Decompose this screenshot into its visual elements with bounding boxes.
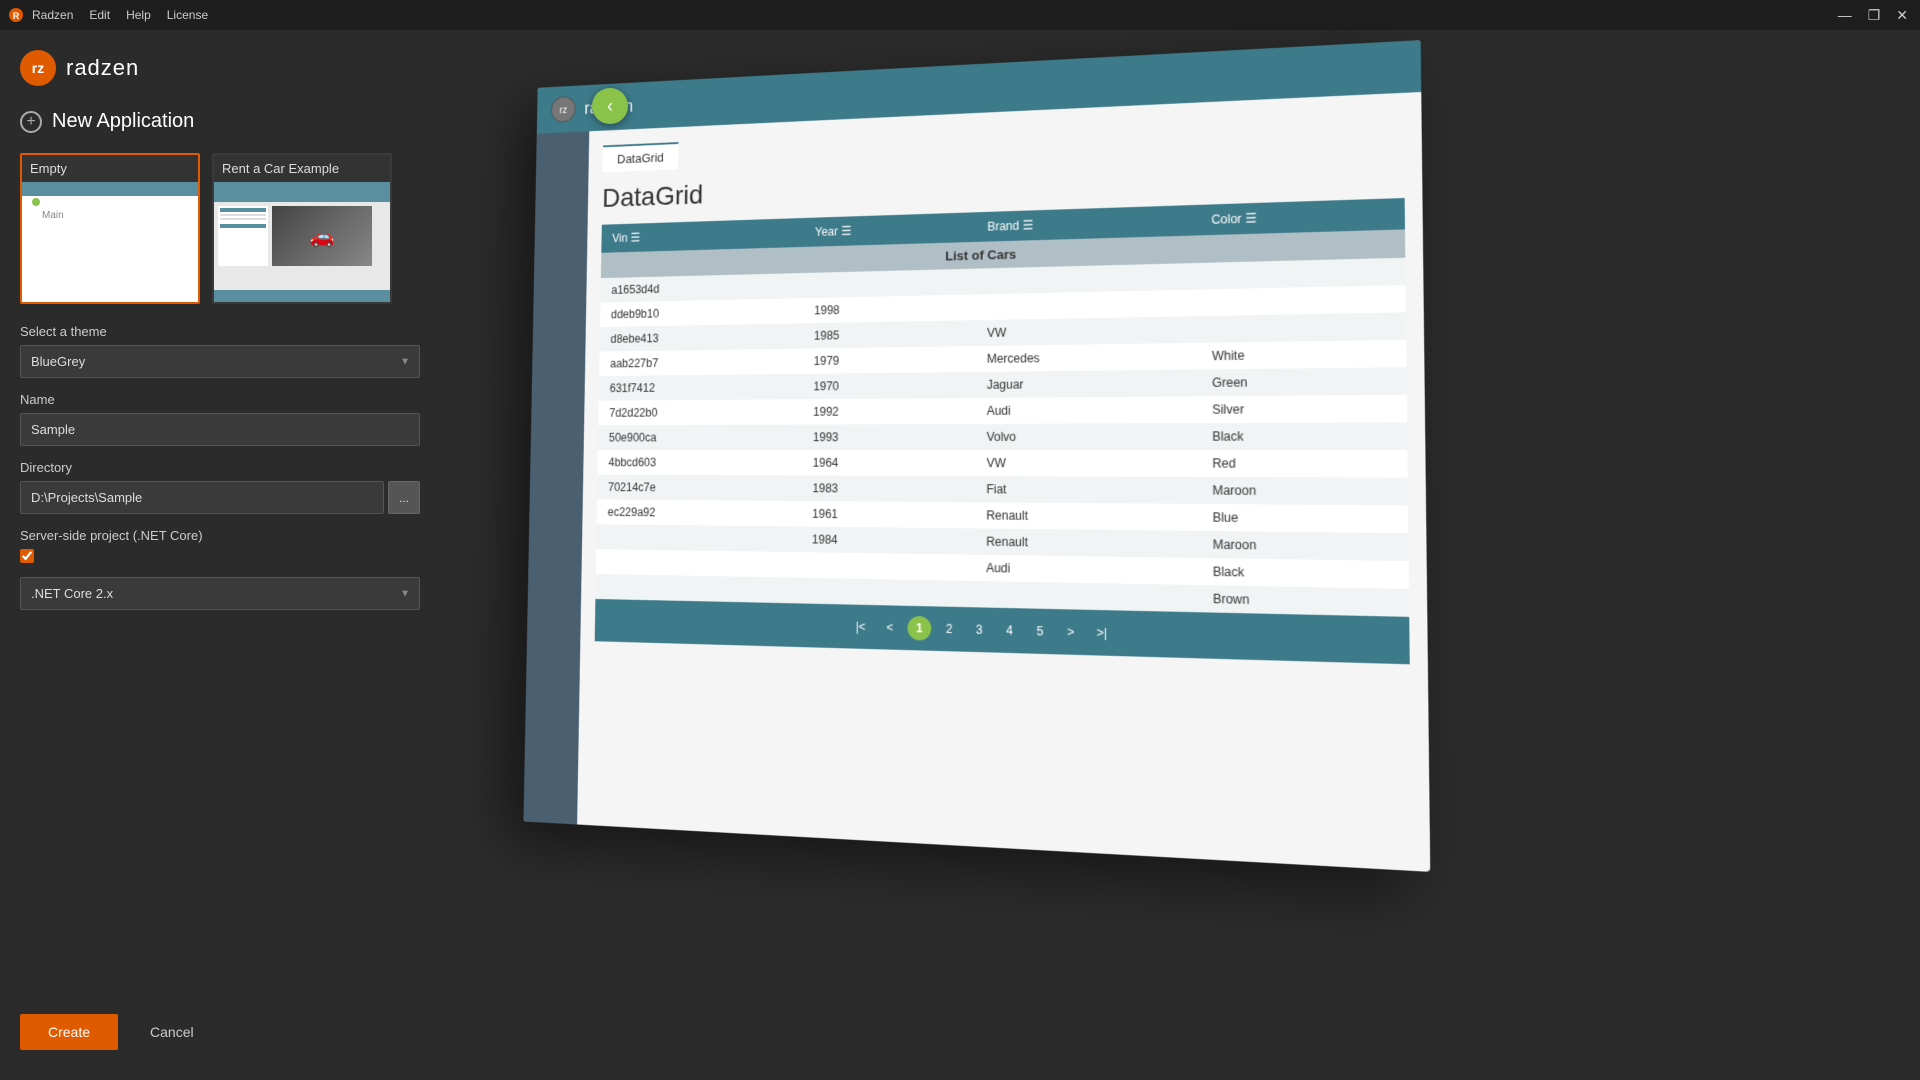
minimize-button[interactable]: — [1834,7,1856,24]
directory-label: Directory [20,460,420,475]
page-1-button[interactable]: 1 [907,616,931,641]
browse-button[interactable]: ... [388,481,420,514]
dotnet-field-group: .NET Core 2.x .NET Core 3.x ▼ [20,577,420,610]
plus-circle-icon[interactable]: + [20,111,42,133]
template-empty-preview: Main [22,182,198,302]
page-next-button[interactable]: > [1058,619,1083,644]
logo-area: rz radzen [20,50,420,86]
dotnet-select-wrapper: .NET Core 2.x .NET Core 3.x ▼ [20,577,420,610]
theme-label: Select a theme [20,324,420,339]
theme-select-wrapper: BlueGrey Default Dark Light ▼ [20,345,420,378]
bg-app-tab: DataGrid [603,142,679,172]
table-row: 50e900ca 1993 Volvo Black [598,422,1407,450]
datagrid-table: Vin ☰ Year ☰ Brand ☰ Color ☰ [595,198,1409,617]
right-panel: ‹ rz radzen DataGrid DataGrid [440,30,1920,1080]
directory-field-group: Directory ... [20,460,420,514]
app-title: Radzen [32,8,73,22]
new-app-title: New Application [52,110,194,133]
template-card-empty[interactable]: Empty Main [20,153,200,304]
rca-header [214,182,390,202]
app-icon: R [8,7,24,23]
template-rca-preview: 🚗 [214,182,390,302]
cancel-button[interactable]: Cancel [130,1014,214,1050]
logo-icon: rz [20,50,56,86]
maximize-button[interactable]: ❐ [1864,7,1885,24]
svg-text:R: R [13,11,20,21]
server-side-checkbox-row [20,549,420,563]
preview-dot [32,198,40,206]
page-5-button[interactable]: 5 [1028,619,1053,644]
theme-field-group: Select a theme BlueGrey Default Dark Lig… [20,324,420,378]
rca-form [218,206,268,266]
rca-bottom [214,290,390,302]
theme-select[interactable]: BlueGrey Default Dark Light [20,345,420,378]
name-input[interactable] [20,413,420,446]
name-label: Name [20,392,420,407]
name-field-group: Name [20,392,420,446]
directory-input[interactable] [20,481,384,514]
menu-bar: Edit Help License [89,8,208,22]
bg-app-main: DataGrid DataGrid Vin ☰ Year ☰ [577,92,1430,872]
bg-app-window: rz radzen DataGrid DataGrid Vin ☰ [523,40,1430,872]
page-first-button[interactable]: |< [849,615,873,640]
create-button[interactable]: Create [20,1014,118,1050]
rca-car-image: 🚗 [272,206,372,266]
directory-row: ... [20,481,420,514]
page-3-button[interactable]: 3 [967,617,991,642]
server-side-checkbox[interactable] [20,549,34,563]
bg-app-logo-icon: rz [551,96,576,123]
window-controls: — ❐ ✕ [1834,7,1912,24]
main-content: rz radzen + New Application Empty Main [0,30,1920,1080]
preview-main-text: Main [42,210,64,221]
page-last-button[interactable]: >| [1089,620,1114,645]
page-2-button[interactable]: 2 [937,617,961,642]
table-row: 4bbcd603 1964 VW Red [598,450,1408,478]
template-rca-label: Rent a Car Example [214,155,390,182]
page-prev-button[interactable]: < [878,615,902,640]
template-empty-label: Empty [22,155,198,182]
title-bar-left: R Radzen Edit Help License [8,7,208,23]
close-button[interactable]: ✕ [1892,7,1912,24]
template-cards: Empty Main Rent a Car Example [20,153,420,304]
menu-edit[interactable]: Edit [89,8,110,22]
page-4-button[interactable]: 4 [997,618,1021,643]
rca-body: 🚗 [214,202,390,270]
bg-app-body: DataGrid DataGrid Vin ☰ Year ☰ [523,92,1430,872]
back-button[interactable]: ‹ [592,88,628,124]
dotnet-select[interactable]: .NET Core 2.x .NET Core 3.x [20,577,420,610]
title-bar: R Radzen Edit Help License — ❐ ✕ [0,0,1920,30]
new-app-header: + New Application [20,110,420,133]
bottom-buttons: Create Cancel [20,1014,214,1050]
template-card-rca[interactable]: Rent a Car Example 🚗 [212,153,392,304]
server-side-field-group: Server-side project (.NET Core) [20,528,420,563]
svg-text:rz: rz [560,105,568,116]
table-row: 7d2d22b0 1992 Audi Silver [598,395,1407,426]
logo-text: radzen [66,55,139,81]
menu-license[interactable]: License [167,8,208,22]
preview-toolbar [22,182,198,196]
left-panel: rz radzen + New Application Empty Main [0,30,440,1080]
menu-help[interactable]: Help [126,8,151,22]
server-side-label: Server-side project (.NET Core) [20,528,420,543]
